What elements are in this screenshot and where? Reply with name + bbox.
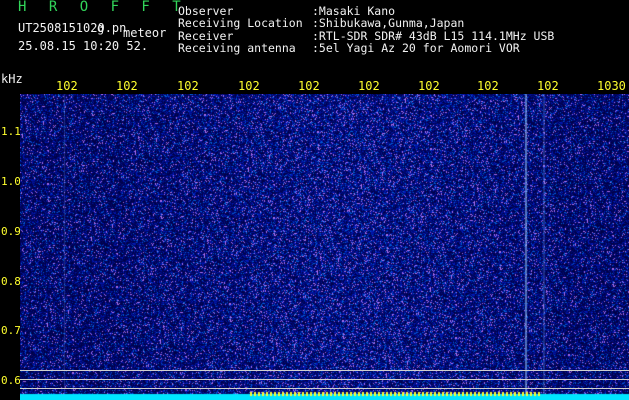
x-tick: 102 — [56, 79, 78, 93]
y-tick: 1.0 — [1, 175, 21, 188]
info-row-antenna: Receiving antenna :5el Yagi Az 20 for Ao… — [178, 40, 554, 55]
info-value: :Shibukawa,Gunma,Japan — [312, 16, 465, 31]
app-brand: H R O F F T — [18, 0, 188, 15]
y-tick: 0.9 — [1, 225, 21, 238]
axis-unit-label: kHz — [1, 72, 23, 86]
y-tick: 0.7 — [1, 324, 21, 337]
y-tick: 0.8 — [1, 275, 21, 288]
x-tick: 102 — [238, 79, 260, 93]
x-tick: 102 — [177, 79, 199, 93]
y-tick: 1.1 — [1, 125, 21, 138]
station-info: Observer :Masaki Kano Receiving Location… — [178, 5, 554, 54]
x-tick: 102 — [116, 79, 138, 93]
timestamp: 25.08.15 10:20 52. — [18, 39, 149, 53]
file-name: UT2508151020.pn — [18, 21, 127, 35]
x-tick: 102 — [418, 79, 440, 93]
info-label: Receiving antenna — [178, 40, 296, 55]
header-bar: H R O F F T UT2508151020.pn g meteor 25.… — [0, 0, 629, 78]
file-extension: g — [97, 21, 105, 35]
info-value: :5el Yagi Az 20 for Aomori VOR — [312, 40, 520, 55]
info-row-location: Receiving Location :Shibukawa,Gunma,Japa… — [178, 16, 554, 31]
marker-line — [20, 388, 629, 389]
marker-line — [20, 370, 629, 371]
marker-line — [20, 379, 629, 380]
x-tick: 102 — [477, 79, 499, 93]
x-tick: 1030 — [597, 79, 626, 93]
info-label: Receiving Location — [178, 16, 303, 31]
y-tick: 0.6 — [1, 374, 21, 387]
x-tick: 102 — [537, 79, 559, 93]
spectrogram-waterfall — [20, 94, 629, 400]
x-tick: 102 — [358, 79, 380, 93]
x-tick: 102 — [298, 79, 320, 93]
